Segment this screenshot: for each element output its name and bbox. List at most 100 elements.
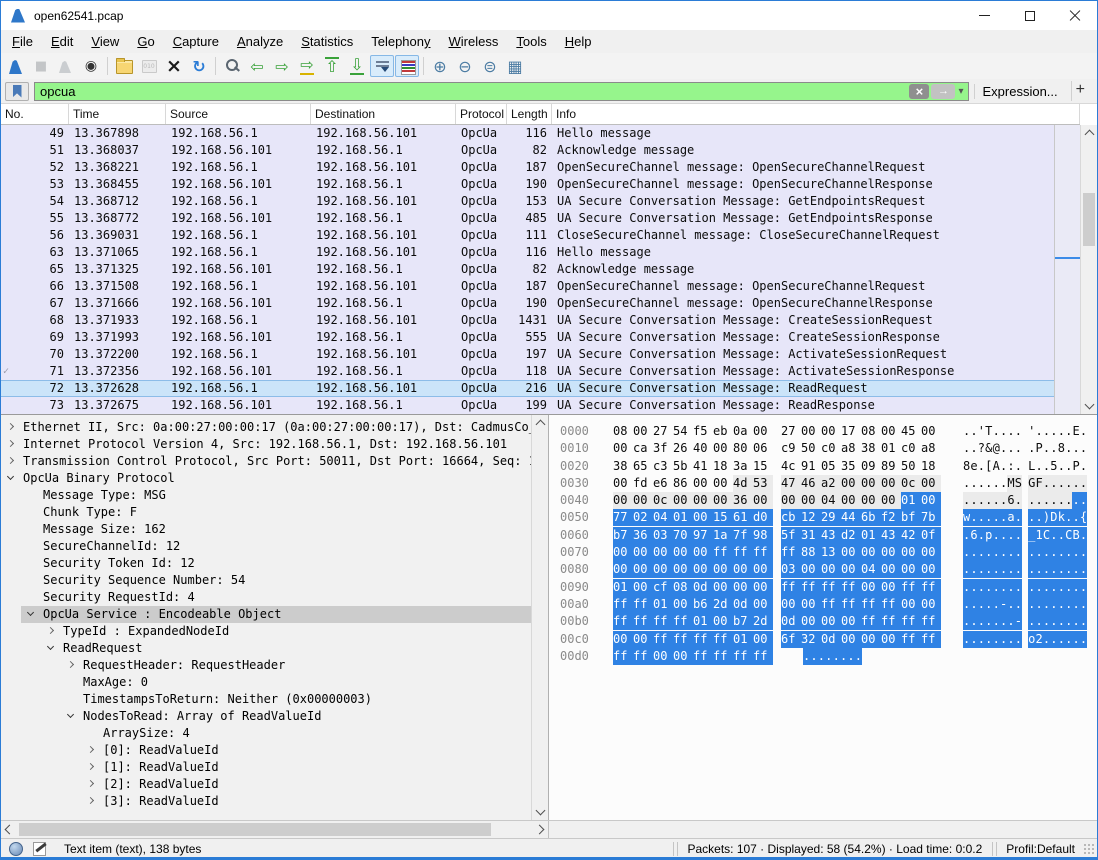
hex-ascii-char[interactable]: . [1058, 475, 1065, 492]
hex-ascii-char[interactable]: . [963, 613, 970, 630]
packet-row[interactable]: 6313.371065192.168.56.1192.168.56.101Opc… [1, 244, 1054, 261]
hex-ascii-char[interactable]: . [993, 509, 1000, 526]
hex-ascii-char[interactable]: [ [985, 458, 992, 475]
hex-ascii-char[interactable]: ' [1028, 423, 1035, 440]
hex-ascii-char[interactable]: . [993, 475, 1000, 492]
hex-ascii-char[interactable]: . [1080, 596, 1087, 613]
hex-byte[interactable]: ff [901, 579, 921, 596]
go-back-icon[interactable]: ⇦ [245, 55, 269, 77]
hex-byte[interactable]: 00 [821, 423, 841, 440]
hex-byte[interactable]: 43 [881, 527, 901, 544]
menu-item-tools[interactable]: Tools [507, 32, 555, 51]
hex-byte[interactable]: ff [733, 648, 753, 665]
hex-ascii-char[interactable]: e [970, 458, 977, 475]
hex-byte[interactable]: eb [713, 423, 733, 440]
hex-ascii-char[interactable]: . [1007, 596, 1014, 613]
hex-byte[interactable]: 00 [713, 440, 733, 457]
hex-byte[interactable]: 5b [673, 458, 693, 475]
open-file-icon[interactable] [112, 55, 136, 77]
hex-ascii-char[interactable]: . [985, 631, 992, 648]
scroll-up-arrow-icon[interactable] [1085, 130, 1095, 140]
hex-byte[interactable]: ff [921, 631, 941, 648]
hex-ascii-char[interactable]: . [985, 544, 992, 561]
tree-row[interactable]: Security Token Id: 12 [21, 555, 531, 572]
collapse-icon[interactable] [67, 711, 74, 718]
packet-row[interactable]: 5313.368455192.168.56.101192.168.56.1Opc… [1, 176, 1054, 193]
tree-row[interactable]: NodesToRead: Array of ReadValueId [61, 708, 531, 725]
hex-byte[interactable]: 00 [881, 561, 901, 578]
hex-byte[interactable]: 00 [841, 613, 861, 630]
hex-ascii-char[interactable]: . [1043, 631, 1050, 648]
hex-byte[interactable]: 01 [653, 596, 673, 613]
hex-ascii-char[interactable]: . [1036, 509, 1043, 526]
hex-byte[interactable]: d2 [841, 527, 861, 544]
hex-ascii-char[interactable]: . [1036, 458, 1043, 475]
hex-ascii-char[interactable]: . [1028, 492, 1035, 509]
hex-ascii-char[interactable]: . [1065, 613, 1072, 630]
hex-ascii-char[interactable]: . [1015, 423, 1022, 440]
hex-byte[interactable]: 02 [633, 509, 653, 526]
hex-ascii-char[interactable]: . [1072, 475, 1079, 492]
column-header-no[interactable]: No. [1, 104, 69, 124]
filter-apply-button[interactable]: → [931, 84, 955, 99]
hex-ascii-char[interactable]: . [970, 596, 977, 613]
hex-ascii-char[interactable]: . [985, 509, 992, 526]
hex-ascii-char[interactable]: . [970, 561, 977, 578]
hex-ascii-char[interactable]: 2 [1036, 631, 1043, 648]
hex-byte[interactable]: ff [673, 613, 693, 630]
hex-ascii-char[interactable]: . [978, 475, 985, 492]
hex-byte[interactable]: c3 [653, 458, 673, 475]
hex-ascii-char[interactable]: . [978, 579, 985, 596]
profile-selector[interactable]: Profil:Default [998, 842, 1083, 856]
hex-byte[interactable]: 35 [841, 458, 861, 475]
hex-byte[interactable]: ff [653, 631, 673, 648]
hex-byte[interactable]: 01 [673, 509, 693, 526]
hex-ascii-char[interactable]: . [993, 423, 1000, 440]
hex-ascii-char[interactable]: . [1000, 561, 1007, 578]
intelligent-scrollbar-minimap[interactable] [1054, 125, 1080, 414]
menu-item-analyze[interactable]: Analyze [228, 32, 292, 51]
hex-ascii-char[interactable]: . [963, 561, 970, 578]
column-header-dst[interactable]: Destination [311, 104, 456, 124]
expand-icon[interactable] [87, 780, 94, 787]
hex-byte[interactable]: ff [881, 596, 901, 613]
hex-ascii-char[interactable]: . [1043, 423, 1050, 440]
hex-byte[interactable]: cb [781, 509, 801, 526]
hex-ascii-char[interactable]: . [1065, 579, 1072, 596]
column-header-time[interactable]: Time [69, 104, 166, 124]
hex-ascii-char[interactable]: M [1007, 475, 1014, 492]
expand-icon[interactable] [7, 457, 14, 464]
go-forward-icon[interactable]: ⇨ [270, 55, 294, 77]
scroll-down-arrow-icon[interactable] [1085, 400, 1095, 410]
hex-ascii-char[interactable]: . [1043, 579, 1050, 596]
hex-ascii-char[interactable]: . [1080, 613, 1087, 630]
hex-ascii-char[interactable]: & [985, 440, 992, 457]
resize-columns-icon[interactable]: ▦ [503, 55, 527, 77]
detail-pane-scrollbar[interactable] [531, 415, 548, 820]
hex-ascii-char[interactable]: . [1065, 423, 1072, 440]
hex-ascii-char[interactable]: . [1058, 544, 1065, 561]
hex-byte[interactable]: ff [673, 631, 693, 648]
hex-ascii-char[interactable]: . [1072, 440, 1079, 457]
zoom-in-icon[interactable]: ⊕ [428, 55, 452, 77]
hex-byte[interactable]: 00 [861, 492, 881, 509]
hex-ascii-char[interactable]: . [847, 648, 854, 665]
hex-byte[interactable]: 06 [753, 440, 773, 457]
hex-byte[interactable]: f5 [693, 423, 713, 440]
hex-byte[interactable]: 00 [713, 561, 733, 578]
detail-hscrollbar-thumb[interactable] [19, 823, 491, 836]
hex-ascii-char[interactable]: a [1007, 509, 1014, 526]
expand-icon[interactable] [87, 797, 94, 804]
hex-ascii-char[interactable]: . [993, 631, 1000, 648]
hex-ascii-char[interactable]: . [993, 544, 1000, 561]
hex-ascii-char[interactable]: . [978, 458, 985, 475]
hex-byte[interactable]: f2 [881, 509, 901, 526]
hex-ascii-char[interactable]: C [1065, 527, 1072, 544]
tree-row[interactable]: OpcUa Binary Protocol [1, 470, 531, 487]
hex-ascii-char[interactable]: . [978, 527, 985, 544]
close-button[interactable] [1052, 1, 1097, 30]
hex-byte[interactable]: c0 [821, 440, 841, 457]
hex-ascii-char[interactable]: p [985, 527, 992, 544]
hex-byte[interactable]: 00 [693, 561, 713, 578]
hex-byte[interactable]: 0d [821, 631, 841, 648]
